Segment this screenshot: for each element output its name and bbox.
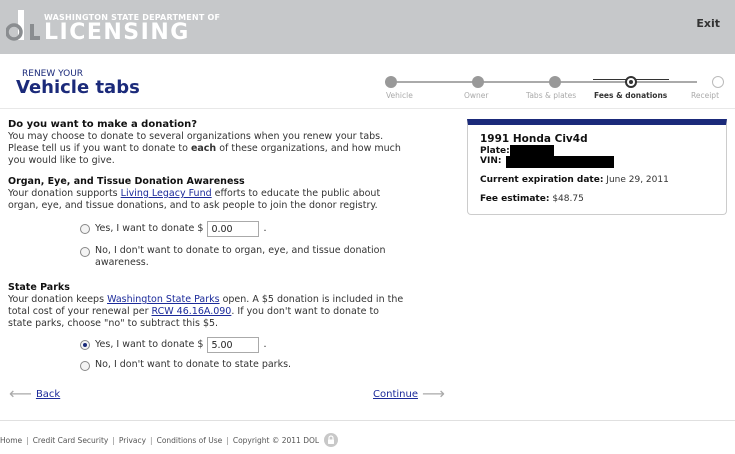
footer-separator: |	[150, 435, 153, 445]
living-legacy-link[interactable]: Living Legacy Fund	[121, 188, 212, 199]
step-dot-receipt	[712, 76, 724, 88]
organ-no-text: No, I don't want to donate to organ, eye…	[95, 245, 386, 256]
organ-description-2: organ, eye, and tissue donations, and to…	[8, 200, 378, 211]
intro-text: of these organizations, and how much	[216, 143, 401, 154]
stepper-track	[397, 81, 697, 83]
step-dot-owner	[472, 76, 484, 88]
parks-amount-input[interactable]	[207, 337, 260, 353]
organ-text: Your donation supports	[8, 188, 121, 199]
donation-form: Do you want to make a donation? You may …	[8, 119, 438, 371]
parks-yes-radio[interactable]	[80, 340, 90, 350]
footer-copyright: Copyright © 2011 DOL	[232, 435, 320, 445]
donation-intro-1: You may choose to donate to several orga…	[8, 131, 384, 142]
lock-icon	[324, 433, 339, 447]
donation-intro-3: you would like to give.	[8, 155, 115, 166]
site-footer: Home | Credit Card Security | Privacy | Con…	[0, 433, 339, 447]
back-link[interactable]: Back	[36, 389, 60, 400]
organ-yes-option[interactable]: Yes, I want to donate $ .	[80, 221, 438, 237]
parks-period: .	[263, 339, 267, 350]
organ-amount-input[interactable]	[207, 221, 260, 237]
step-dot-fees-donations	[625, 76, 637, 88]
step-dot-vehicle	[385, 76, 397, 88]
organ-no-label: No, I don't want to donate to organ, eye…	[95, 245, 385, 269]
parks-description-1: Your donation keeps Washington State Par…	[8, 294, 438, 306]
vehicle-name: 1991 Honda Civ4d	[480, 133, 588, 145]
arrow-right-icon: ⟶	[421, 384, 445, 403]
footer-link-conditions[interactable]: Conditions of Use	[157, 436, 223, 445]
back-nav[interactable]: ⟵ Back	[9, 384, 64, 403]
organ-yes-label: Yes, I want to donate $	[95, 223, 204, 234]
vin-label: VIN:	[480, 156, 502, 166]
footer-link-home[interactable]: Home	[0, 436, 22, 445]
vehicle-summary-card: 1991 Honda Civ4d Plate: VIN: Current exp…	[467, 119, 727, 215]
step-label-fees-donations: Fees & donations	[594, 91, 668, 100]
parks-yes-label: Yes, I want to donate $	[95, 339, 204, 350]
step-label-tabs-plates: Tabs & plates	[526, 91, 577, 100]
step-dot-tabs-plates	[549, 76, 561, 88]
parks-text: Your donation keeps	[8, 294, 108, 305]
fee-estimate: Fee estimate: $48.75	[480, 194, 584, 204]
parks-text: open. A $5 donation is included in the	[219, 294, 404, 305]
parks-heading: State Parks	[8, 282, 70, 293]
expiration-date: Current expiration date: June 29, 2011	[480, 175, 669, 185]
fee-value: $48.75	[552, 194, 584, 204]
step-label-receipt: Receipt	[691, 91, 720, 100]
organ-period: .	[263, 223, 267, 234]
donation-question: Do you want to make a donation?	[8, 119, 198, 130]
donation-intro-2: Please tell us if you want to donate to …	[8, 143, 438, 155]
plate-label: Plate:	[480, 146, 510, 156]
page-title: Vehicle tabs	[16, 77, 140, 98]
organ-yes-radio[interactable]	[80, 224, 90, 234]
state-parks-link[interactable]: Washington State Parks	[107, 294, 220, 305]
intro-emphasis: each	[190, 143, 217, 154]
parks-text: total cost of your renewal per	[8, 306, 152, 317]
continue-nav[interactable]: Continue ⟶	[369, 384, 445, 403]
vin-redaction	[506, 156, 614, 168]
step-label-owner: Owner	[464, 91, 489, 100]
step-label-vehicle: Vehicle	[386, 91, 413, 100]
organ-no-option[interactable]: No, I don't want to donate to organ, eye…	[80, 245, 438, 269]
organ-no-text: awareness.	[95, 257, 149, 268]
expiration-value: June 29, 2011	[606, 175, 669, 185]
organ-no-radio[interactable]	[80, 247, 90, 257]
arrow-left-icon: ⟵	[9, 384, 32, 403]
continue-link[interactable]: Continue	[373, 389, 418, 400]
footer-separator: |	[26, 435, 29, 445]
parks-description-3: state parks, choose "no" to subtract thi…	[8, 318, 219, 329]
parks-text: . If you don't want to donate to	[231, 306, 379, 317]
parks-no-radio[interactable]	[80, 361, 90, 371]
organ-heading: Organ, Eye, and Tissue Donation Awarenes…	[8, 176, 245, 187]
intro-text: Please tell us if you want to donate to	[8, 143, 191, 154]
org-name-big: LICENSING	[44, 20, 190, 45]
parks-description-2: total cost of your renewal per RCW 46.16…	[8, 306, 438, 318]
progress-stepper: Vehicle Owner Tabs & plates Fees & donat…	[375, 72, 735, 104]
dol-logo-icon	[6, 10, 40, 41]
organ-description-1: Your donation supports Living Legacy Fun…	[8, 188, 438, 200]
fee-label: Fee estimate:	[480, 194, 550, 204]
header-divider	[0, 108, 735, 109]
organ-text: efforts to educate the public about	[211, 188, 381, 199]
parks-yes-option[interactable]: Yes, I want to donate $ .	[80, 337, 438, 353]
expiration-label: Current expiration date:	[480, 175, 604, 185]
parks-no-label: No, I don't want to donate to state park…	[95, 359, 292, 370]
exit-link[interactable]: Exit	[696, 17, 720, 30]
footer-separator: |	[112, 435, 115, 445]
rcw-link[interactable]: RCW 46.16A.090	[152, 306, 232, 317]
footer-separator: |	[226, 435, 229, 445]
footer-link-credit-card-security[interactable]: Credit Card Security	[33, 436, 109, 445]
footer-link-privacy[interactable]: Privacy	[119, 436, 146, 445]
parks-no-option[interactable]: No, I don't want to donate to state park…	[80, 359, 438, 371]
